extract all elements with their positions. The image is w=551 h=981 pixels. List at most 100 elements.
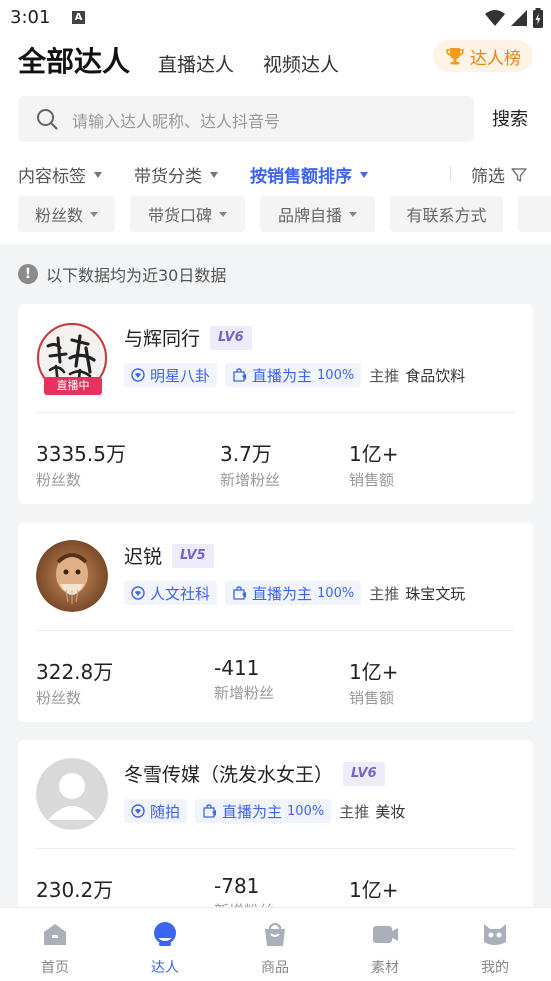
category-icon [131, 586, 145, 600]
main-label: 主推 [369, 366, 400, 385]
stat-value: -411 [214, 656, 260, 680]
tab-live-creators[interactable]: 直播达人 [158, 50, 234, 77]
signal-icon [511, 10, 527, 26]
stat-label: 新增粉丝 [220, 471, 281, 489]
caret-down-icon [219, 211, 227, 217]
bag-icon [265, 922, 285, 946]
chip-more[interactable] [518, 196, 551, 232]
stat-value: 3335.5万 [36, 442, 126, 466]
search-input[interactable]: 请输入达人昵称、达人抖音号 [18, 96, 474, 142]
mode-tag: 直播为主 100% [195, 799, 332, 823]
creator-name: 迟锐 [124, 546, 163, 568]
chip-brand-live[interactable]: 品牌自播 [260, 196, 375, 232]
battery-icon [533, 8, 543, 28]
shop-bag-icon [233, 586, 247, 600]
main-category: 美妆 [375, 802, 406, 821]
category-icon [131, 368, 145, 382]
status-time: 3:01 [10, 7, 51, 28]
stat-value: 3.7万 [220, 442, 272, 466]
mode-tag: 直播为主 100% [225, 581, 362, 605]
stat-value: 322.8万 [36, 660, 114, 684]
filter-label: 带货分类 [134, 167, 202, 187]
nav-creators[interactable]: 达人 [110, 920, 220, 977]
stat-new-fans: -411 新增粉丝 [214, 656, 274, 703]
search-icon [37, 109, 58, 130]
creator-card[interactable]: 直播中 与辉同行 LV6 明星八卦 直播为主 100% 主推 食品饮料 3335… [18, 304, 533, 504]
shop-bag-icon [203, 804, 217, 818]
stat-new-fans: 3.7万 新增粉丝 [220, 438, 280, 490]
chip-label: 粉丝数 [34, 206, 83, 225]
bottom-nav: 首页 达人 商品 素材 我的 [0, 907, 551, 981]
category-tag: 明星八卦 [124, 363, 218, 387]
home-icon [44, 924, 66, 945]
search-button[interactable]: 搜索 [492, 105, 528, 131]
stat-fans: 322.8万 粉丝数 [36, 656, 113, 708]
stat-value: 1亿+ [349, 660, 399, 684]
creator-card[interactable]: 迟锐 LV5 人文社科 直播为主 100% 主推 珠宝文玩 322.8万 粉丝数… [18, 522, 533, 722]
caret-down-icon [90, 211, 98, 217]
wifi-icon [485, 10, 505, 26]
main-label: 主推 [369, 584, 400, 603]
creator-icon [154, 922, 176, 946]
nav-products[interactable]: 商品 [220, 920, 330, 977]
caret-down-icon [349, 211, 357, 217]
main-category: 食品饮料 [405, 366, 466, 385]
filter-goods-category[interactable]: 带货分类 [134, 162, 218, 187]
chip-label: 有联系方式 [406, 206, 487, 225]
chip-has-contact[interactable]: 有联系方式 [390, 196, 503, 232]
nav-materials[interactable]: 素材 [330, 920, 440, 977]
creator-name-row: 冬雪传媒（洗发水女王） LV6 [124, 760, 385, 787]
stat-label: 新增粉丝 [214, 684, 275, 702]
profile-icon [484, 924, 506, 945]
nav-home[interactable]: 首页 [0, 920, 110, 977]
creator-tags: 人文社科 直播为主 100% 主推 珠宝文玩 [124, 581, 465, 605]
stat-label: 销售额 [349, 471, 395, 489]
search-placeholder: 请输入达人昵称、达人抖音号 [72, 112, 281, 131]
nav-label: 我的 [481, 960, 509, 976]
chip-fans[interactable]: 粉丝数 [18, 196, 115, 232]
caret-down-icon [210, 171, 218, 178]
divider [36, 412, 515, 413]
stat-fans: 3335.5万 粉丝数 [36, 438, 126, 490]
chip-label: 带货口碑 [147, 206, 212, 225]
chip-label: 品牌自播 [277, 206, 342, 225]
mode-tag: 直播为主 100% [225, 363, 362, 387]
filter-sort-sales[interactable]: 按销售额排序 [250, 162, 368, 187]
stat-value: -781 [214, 874, 260, 898]
level-badge: LV5 [172, 543, 214, 568]
status-bar: 3:01 A [0, 0, 551, 36]
info-icon: ! [18, 264, 38, 284]
live-badge: 直播中 [44, 377, 102, 395]
creator-tags: 明星八卦 直播为主 100% 主推 食品饮料 [124, 363, 465, 387]
divider [36, 848, 515, 849]
stat-sales: 1亿+ 销售额 [349, 438, 398, 490]
stat-value: 230.2万 [36, 878, 114, 902]
level-badge: LV6 [210, 325, 252, 350]
trophy-icon [446, 48, 464, 65]
tab-video-creators[interactable]: 视频达人 [263, 50, 339, 77]
main-category: 珠宝文玩 [405, 584, 466, 603]
creator-name-row: 与辉同行 LV6 [124, 324, 252, 351]
filter-content-tag[interactable]: 内容标签 [18, 162, 102, 187]
header: 全部达人 直播达人 视频达人 达人榜 请输入达人昵称、达人抖音号 搜索 内容标签… [0, 36, 551, 244]
shop-bag-icon [233, 368, 247, 382]
main-label: 主推 [339, 802, 370, 821]
creator-tags: 随拍 直播为主 100% 主推 美妆 [124, 799, 405, 823]
tab-all-creators[interactable]: 全部达人 [18, 40, 130, 80]
divider [450, 166, 451, 182]
creator-name-row: 迟锐 LV5 [124, 542, 214, 569]
nav-profile[interactable]: 我的 [440, 920, 550, 977]
creator-name: 与辉同行 [124, 328, 201, 350]
video-icon [373, 926, 398, 943]
caret-down-icon [360, 171, 368, 178]
filter-screen-button[interactable]: 筛选 [471, 162, 527, 187]
chip-reputation[interactable]: 带货口碑 [130, 196, 245, 232]
ranking-button[interactable]: 达人榜 [433, 40, 533, 72]
ranking-label: 达人榜 [470, 48, 521, 69]
stat-label: 销售额 [349, 689, 395, 707]
divider [36, 630, 515, 631]
nav-label: 商品 [261, 960, 289, 976]
category-tag: 随拍 [124, 799, 188, 823]
nav-label: 首页 [41, 960, 69, 976]
nav-label: 素材 [371, 960, 399, 976]
